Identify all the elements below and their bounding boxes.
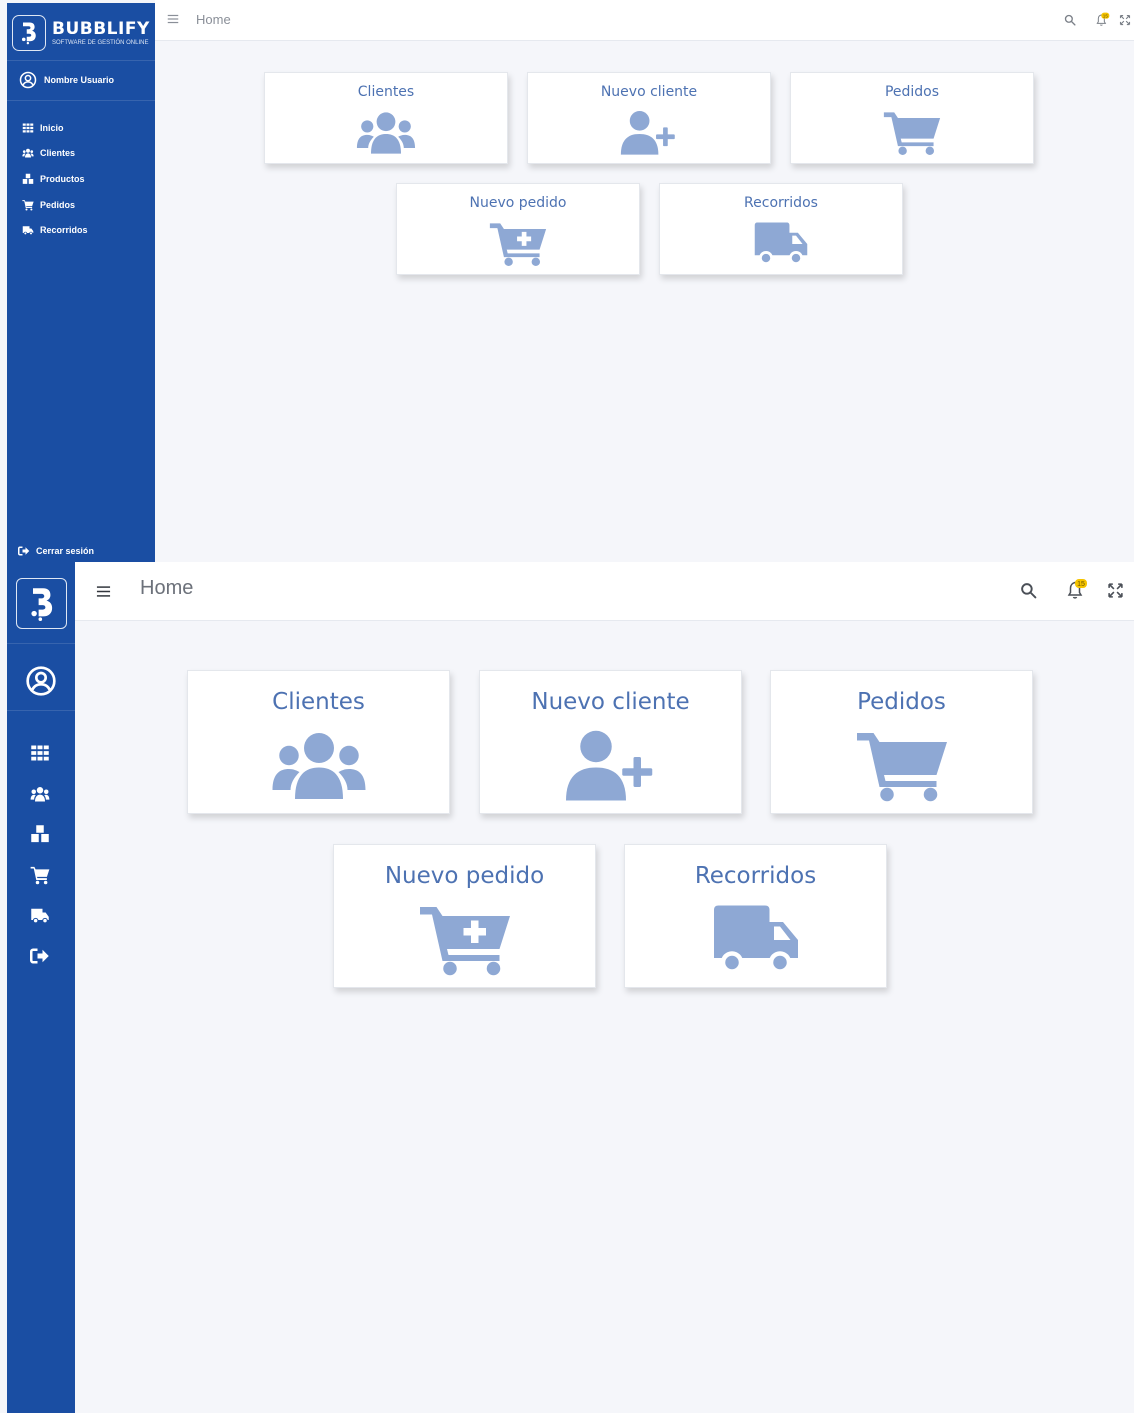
notification-badge: 15 <box>1103 13 1109 18</box>
cart-icon <box>22 199 34 211</box>
card-title: Recorridos <box>694 863 817 889</box>
breadcrumb[interactable]: Home <box>196 12 231 27</box>
bell-icon[interactable]: 15 <box>1064 578 1088 602</box>
sidebar-collapsed <box>7 562 75 1413</box>
boxes-icon <box>22 173 34 185</box>
logout-icon <box>30 946 50 966</box>
notification-badge: 15 <box>1077 581 1085 588</box>
sidebar-item-clientes[interactable]: Clientes <box>22 141 88 167</box>
sidebar-item-label: Pedidos <box>40 199 76 210</box>
card-title: Pedidos <box>884 84 940 100</box>
search-icon[interactable] <box>1064 14 1076 26</box>
menu-icon[interactable] <box>167 13 179 25</box>
card-recorridos[interactable]: Recorridos <box>624 844 887 988</box>
card-pedidos[interactable]: Pedidos <box>790 72 1034 164</box>
sidebar-menu: Inicio Clientes Productos Pedidos Recorr… <box>22 115 88 243</box>
sidebar-divider <box>7 60 155 61</box>
card-title: Nuevo pedido <box>469 195 567 211</box>
users-icon <box>271 729 367 803</box>
menu-icon[interactable] <box>96 584 111 599</box>
user-plus-icon <box>619 110 679 156</box>
logout-button[interactable]: Cerrar sesión <box>18 545 94 557</box>
card-clientes[interactable]: Clientes <box>187 670 450 814</box>
cart-plus-icon <box>488 221 548 267</box>
logout-button[interactable] <box>30 936 50 977</box>
sidebar-item-inicio[interactable]: Inicio <box>22 115 88 141</box>
card-nuevo-pedido[interactable]: Nuevo pedido <box>396 183 640 275</box>
user-profile[interactable]: Nombre Usuario <box>19 71 114 89</box>
sidebar-item-productos[interactable]: Productos <box>22 166 88 192</box>
user-name: Nombre Usuario <box>44 75 115 85</box>
card-recorridos[interactable]: Recorridos <box>659 183 903 275</box>
sidebar-item-label: Productos <box>40 173 85 184</box>
sidebar-divider <box>7 710 75 711</box>
logo-icon[interactable] <box>16 578 67 629</box>
boxes-icon <box>30 824 50 844</box>
grid-icon <box>30 743 50 763</box>
card-title: Nuevo cliente <box>531 689 690 715</box>
sidebar-item-label: Recorridos <box>40 225 88 236</box>
truck-icon <box>22 224 34 236</box>
bell-icon[interactable]: 15 <box>1094 12 1110 28</box>
cart-icon <box>854 729 950 803</box>
card-title: Nuevo pedido <box>384 863 545 889</box>
user-circle-icon[interactable] <box>25 665 57 697</box>
topbar: Home 15 <box>75 562 1134 621</box>
truck-icon <box>751 221 811 267</box>
sidebar-item-clientes[interactable] <box>30 774 50 815</box>
expanded-sidebar-view: BUBBLIFY SOFTWARE DE GESTIÓN ONLINE Nomb… <box>0 0 1134 562</box>
sidebar-divider <box>7 100 155 101</box>
search-icon[interactable] <box>1020 582 1037 599</box>
brand-name: BUBBLIFY <box>52 18 150 39</box>
card-title: Clientes <box>357 84 415 100</box>
breadcrumb[interactable]: Home <box>140 577 193 600</box>
card-title: Recorridos <box>744 195 818 211</box>
fullscreen-icon[interactable] <box>1107 582 1124 599</box>
sidebar-item-inicio[interactable] <box>30 733 50 774</box>
brand-tagline: SOFTWARE DE GESTIÓN ONLINE <box>52 39 149 46</box>
card-clientes[interactable]: Clientes <box>264 72 508 164</box>
truck-icon <box>30 905 50 925</box>
user-plus-icon <box>563 729 659 803</box>
user-circle-icon <box>19 71 37 89</box>
card-nuevo-cliente[interactable]: Nuevo cliente <box>527 72 771 164</box>
card-nuevo-cliente[interactable]: Nuevo cliente <box>479 670 742 814</box>
cart-icon <box>30 865 50 885</box>
users-icon <box>356 110 416 156</box>
sidebar-divider <box>7 643 75 644</box>
collapsed-sidebar-view: Home 15 Clientes Nuevo cliente Pedidos N… <box>0 562 1134 1413</box>
sidebar-item-label: Clientes <box>40 148 76 159</box>
card-pedidos[interactable]: Pedidos <box>770 670 1033 814</box>
logout-label: Cerrar sesión <box>36 546 95 556</box>
card-title: Pedidos <box>857 689 946 715</box>
sidebar-item-label: Inicio <box>40 122 64 133</box>
truck-icon <box>708 903 804 977</box>
users-icon <box>30 784 50 804</box>
sidebar-item-pedidos[interactable] <box>30 855 50 896</box>
logo-icon <box>12 15 46 51</box>
sidebar-item-recorridos[interactable] <box>30 895 50 936</box>
sidebar-item-productos[interactable] <box>30 814 50 855</box>
card-title: Clientes <box>272 689 365 715</box>
logout-icon <box>18 545 30 557</box>
cart-icon <box>882 110 942 156</box>
cart-plus-icon <box>417 903 513 977</box>
brand-logo[interactable]: BUBBLIFY SOFTWARE DE GESTIÓN ONLINE <box>12 13 150 53</box>
card-nuevo-pedido[interactable]: Nuevo pedido <box>333 844 596 988</box>
grid-icon <box>22 122 34 134</box>
topbar: Home 15 <box>155 0 1134 41</box>
users-icon <box>22 147 34 159</box>
sidebar-menu <box>30 733 50 976</box>
sidebar-item-recorridos[interactable]: Recorridos <box>22 217 88 243</box>
sidebar: BUBBLIFY SOFTWARE DE GESTIÓN ONLINE Nomb… <box>7 3 155 562</box>
sidebar-item-pedidos[interactable]: Pedidos <box>22 192 88 218</box>
card-title: Nuevo cliente <box>600 84 698 100</box>
fullscreen-icon[interactable] <box>1119 14 1131 26</box>
